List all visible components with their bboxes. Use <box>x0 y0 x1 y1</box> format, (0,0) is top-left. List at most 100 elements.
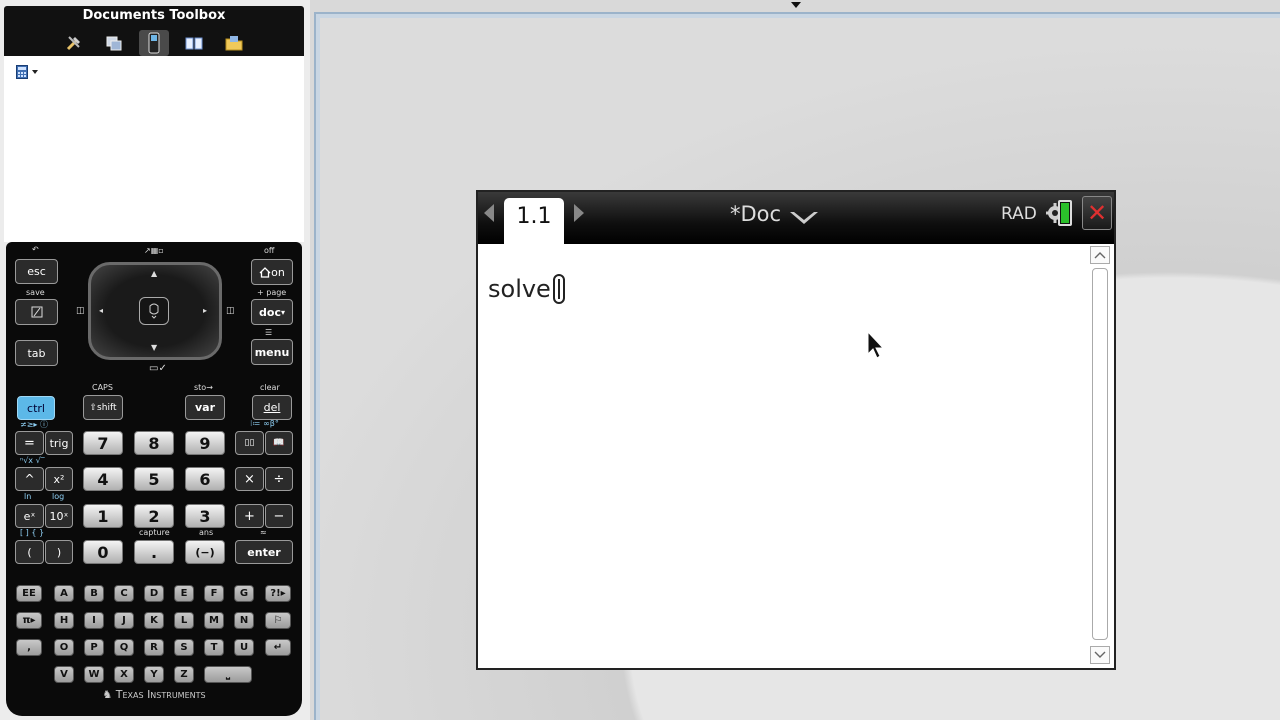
s-key[interactable]: S <box>174 639 194 656</box>
decimal-key[interactable]: . <box>134 540 174 564</box>
texas-instruments-logo: ♞ Texas Instruments <box>6 688 302 701</box>
pi-key[interactable]: π▸ <box>16 612 42 629</box>
flag-key[interactable]: ⚐ <box>265 612 291 629</box>
y-key[interactable]: Y <box>144 666 164 683</box>
doc-key[interactable]: doc ▾ <box>251 299 293 325</box>
power-key[interactable]: ^ <box>15 467 44 491</box>
i-key[interactable]: I <box>84 612 104 629</box>
close-document-button[interactable]: ✕ <box>1082 196 1112 230</box>
shift-key[interactable]: ⇧ shift <box>83 395 123 420</box>
f-key[interactable]: F <box>204 585 224 602</box>
plus-key[interactable]: + <box>235 504 264 528</box>
digit-3-key[interactable]: 3 <box>185 504 225 528</box>
t-key[interactable]: T <box>204 639 224 656</box>
digit-6-key[interactable]: 6 <box>185 467 225 491</box>
del-key[interactable]: del <box>252 395 292 420</box>
angle-mode-indicator: RAD <box>1001 204 1037 224</box>
esc-key[interactable]: esc <box>15 259 58 284</box>
e-key[interactable]: E <box>174 585 194 602</box>
z-key[interactable]: Z <box>174 666 194 683</box>
comma-key[interactable]: , <box>16 639 42 656</box>
document-title[interactable]: *Doc <box>730 202 781 226</box>
save-label: save <box>26 288 45 297</box>
mouse-pointer-icon <box>867 330 885 359</box>
l-key[interactable]: L <box>174 612 194 629</box>
multiply-key[interactable]: × <box>235 467 264 491</box>
punctuation-key[interactable]: ?!▸ <box>265 585 291 602</box>
space-key[interactable]: ⎵ <box>204 666 252 683</box>
toolbox-panel <box>4 56 304 242</box>
log-label: log <box>52 492 65 501</box>
trig-key[interactable]: trig <box>45 431 73 455</box>
scratchpad-key[interactable] <box>15 299 58 325</box>
minus-key[interactable]: − <box>265 504 293 528</box>
negative-key[interactable]: (−) <box>185 540 225 564</box>
q-key[interactable]: Q <box>114 639 134 656</box>
enter-key[interactable]: enter <box>235 540 293 564</box>
scroll-down-button[interactable] <box>1090 646 1110 664</box>
n-key[interactable]: N <box>234 612 254 629</box>
home-on-key[interactable]: on <box>251 259 293 285</box>
layout-menu-arrow[interactable] <box>791 2 801 8</box>
return-key[interactable]: ↵ <box>265 639 291 656</box>
tools-icon[interactable] <box>59 30 89 56</box>
toolbox-tabs <box>4 30 304 56</box>
templates-key[interactable]: ▯▯ <box>235 431 264 455</box>
g-key[interactable]: G <box>234 585 254 602</box>
right-paren-key[interactable]: ) <box>45 540 73 564</box>
w-key[interactable]: W <box>84 666 104 683</box>
m-key[interactable]: M <box>204 612 224 629</box>
ten-power-key[interactable]: 10ˣ <box>45 504 73 528</box>
touchpad-click-center[interactable] <box>139 297 169 325</box>
c-key[interactable]: C <box>114 585 134 602</box>
ee-key[interactable]: EE <box>16 585 42 602</box>
left-paren-key[interactable]: ( <box>15 540 44 564</box>
calculator-app-selector[interactable] <box>16 65 38 79</box>
menu-key[interactable]: menu <box>251 339 293 365</box>
touchpad[interactable]: ▲ ▼ ◂ ▸ <box>88 262 222 360</box>
var-key[interactable]: var <box>185 395 225 420</box>
context-menu-icon: ☰ <box>265 328 273 337</box>
a-key[interactable]: A <box>54 585 74 602</box>
u-key[interactable]: U <box>234 639 254 656</box>
b-key[interactable]: B <box>84 585 104 602</box>
o-key[interactable]: O <box>54 639 74 656</box>
scroll-thumb[interactable] <box>1092 268 1108 640</box>
utilities-icon[interactable] <box>179 30 209 56</box>
k-key[interactable]: K <box>144 612 164 629</box>
v-key[interactable]: V <box>54 666 74 683</box>
page-sorter-icon[interactable] <box>99 30 129 56</box>
exp-key[interactable]: eˣ <box>15 504 44 528</box>
digit-8-key[interactable]: 8 <box>134 431 174 455</box>
catalog-key[interactable]: 📖 <box>265 431 293 455</box>
shift-arrow-icon: ⇧ <box>89 402 98 413</box>
vertical-scrollbar[interactable] <box>1090 246 1110 666</box>
content-explorer-icon[interactable] <box>219 30 249 56</box>
divide-key[interactable]: ÷ <box>265 467 293 491</box>
scroll-up-button[interactable] <box>1090 246 1110 264</box>
touchpad-top-label: ↗▦▫ <box>144 246 164 255</box>
digit-1-key[interactable]: 1 <box>83 504 123 528</box>
p-key[interactable]: P <box>84 639 104 656</box>
handheld-keypad-icon[interactable] <box>139 30 169 56</box>
calculator-entry-line[interactable]: solve <box>488 274 565 304</box>
page-tab[interactable]: 1.1 <box>504 198 564 244</box>
digit-7-key[interactable]: 7 <box>83 431 123 455</box>
r-key[interactable]: R <box>144 639 164 656</box>
ctrl-key[interactable]: ctrl <box>17 396 55 420</box>
square-key[interactable]: x² <box>45 467 73 491</box>
h-key[interactable]: H <box>54 612 74 629</box>
equals-key[interactable]: = <box>15 431 44 455</box>
digit-0-key[interactable]: 0 <box>83 540 123 564</box>
next-page-arrow[interactable] <box>574 204 584 222</box>
x-key[interactable]: X <box>114 666 134 683</box>
off-label: off <box>264 246 275 255</box>
j-key[interactable]: J <box>114 612 134 629</box>
previous-page-arrow[interactable] <box>484 204 494 222</box>
digit-9-key[interactable]: 9 <box>185 431 225 455</box>
digit-5-key[interactable]: 5 <box>134 467 174 491</box>
digit-2-key[interactable]: 2 <box>134 504 174 528</box>
digit-4-key[interactable]: 4 <box>83 467 123 491</box>
d-key[interactable]: D <box>144 585 164 602</box>
tab-key[interactable]: tab <box>15 340 58 366</box>
